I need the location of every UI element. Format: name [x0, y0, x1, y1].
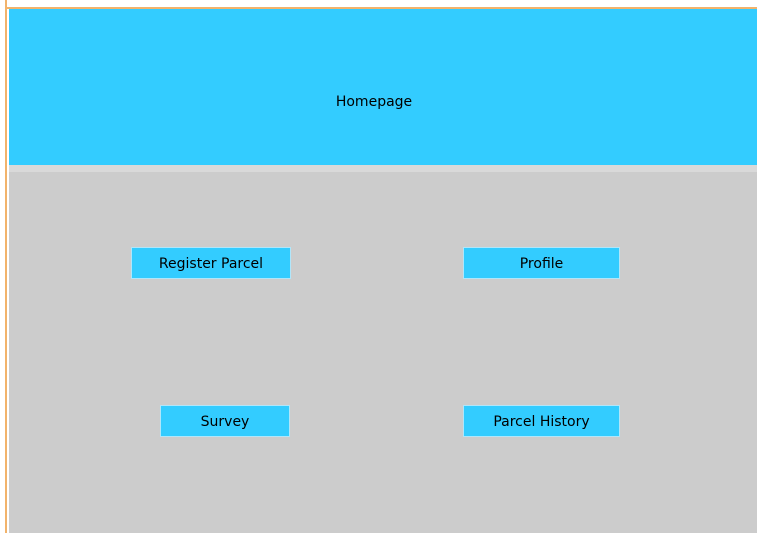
- app-window: Homepage Register Parcel Profile Survey …: [0, 0, 757, 533]
- header-banner: Homepage: [9, 9, 757, 165]
- page-title: Homepage: [335, 94, 413, 110]
- header-separator: [9, 165, 757, 172]
- main-panel: Register Parcel Profile Survey Parcel Hi…: [9, 172, 757, 533]
- profile-button[interactable]: Profile: [463, 247, 620, 279]
- parcel-history-button[interactable]: Parcel History: [463, 405, 620, 437]
- register-parcel-button[interactable]: Register Parcel: [131, 247, 291, 279]
- survey-button[interactable]: Survey: [160, 405, 290, 437]
- window-frame-left: [0, 0, 7, 533]
